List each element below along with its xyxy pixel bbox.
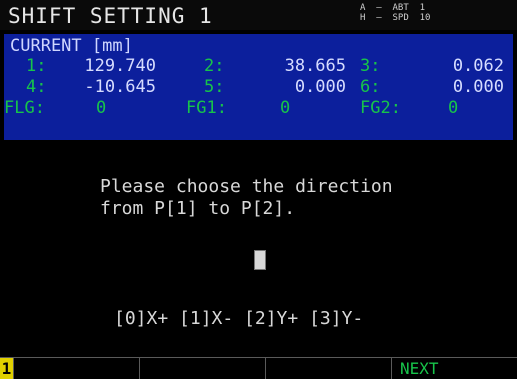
screen-title: SHIFT SETTING 1 xyxy=(8,4,213,28)
fg2-label: FG2: xyxy=(360,98,401,118)
direction-options: [0]X+ [1]X- [2]Y+ [3]Y- xyxy=(114,308,364,329)
next-softkey[interactable]: NEXT xyxy=(392,358,517,379)
flg-label: FLG: xyxy=(4,98,45,118)
axis-6-label: 6: xyxy=(360,77,381,97)
title-bar: SHIFT SETTING 1 A — ABT 1H — SPD 10 xyxy=(0,0,517,30)
status-line-2: H — SPD 10 xyxy=(360,13,431,23)
axis-2-value: 38.665 xyxy=(284,56,346,76)
axis-1-label: 1: xyxy=(26,56,47,76)
teach-pendant-screen: SHIFT SETTING 1 A — ABT 1H — SPD 10 CURR… xyxy=(0,0,517,379)
softkey-f1[interactable] xyxy=(14,358,140,379)
axis-5-label: 5: xyxy=(204,77,225,97)
fg1-value: 0 xyxy=(280,98,291,118)
current-position-panel: CURRENT [mm] 1: 129.740 2: 38.665 3: 0.0… xyxy=(4,34,513,140)
axis-1-value: 129.740 xyxy=(84,56,156,76)
axis-6-value: 0.000 xyxy=(452,77,504,97)
current-header: CURRENT [mm] xyxy=(10,36,133,56)
status-line-1: A — ABT 1 xyxy=(360,3,426,13)
fg2-value: 0 xyxy=(448,98,459,118)
direction-input[interactable]: 0 xyxy=(254,250,266,270)
status-indicator: A — ABT 1H — SPD 10 xyxy=(360,3,430,23)
axis-3-label: 3: xyxy=(360,56,381,76)
axis-2-label: 2: xyxy=(204,56,225,76)
softkey-bar: 1 NEXT xyxy=(0,357,517,379)
prompt-line-1: Please choose the direction xyxy=(100,176,393,197)
axis-4-label: 4: xyxy=(26,77,47,97)
fg1-label: FG1: xyxy=(186,98,227,118)
axis-3-value: 0.062 xyxy=(452,56,504,76)
softkey-f3[interactable] xyxy=(266,358,392,379)
flg-value: 0 xyxy=(96,98,107,118)
softkey-f2[interactable] xyxy=(140,358,266,379)
axis-4-value: -10.645 xyxy=(84,77,156,97)
axis-5-value: 0.000 xyxy=(294,77,346,97)
page-indicator: 1 xyxy=(0,358,14,379)
prompt-line-2: from P[1] to P[2]. xyxy=(100,198,296,219)
prompt-message: Please choose the direction from P[1] to … xyxy=(100,176,393,220)
